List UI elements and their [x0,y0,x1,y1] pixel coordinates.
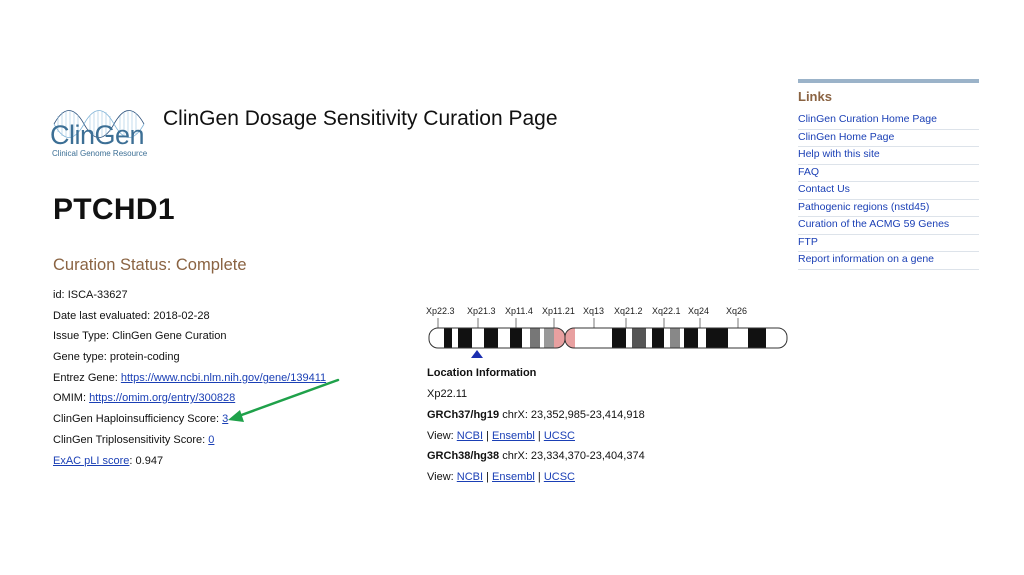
sidebar-item: ClinGen Curation Home Page [798,112,979,130]
grch37-label: GRCh37/hg19 [427,409,500,421]
band-label: Xp11.21 [542,306,575,316]
sidebar-link-help[interactable]: Help with this site [798,148,880,160]
sidebar-top-bar [798,79,979,83]
location-heading: Location Information [427,367,537,379]
field-issue-label: Issue Type: [53,330,113,342]
field-haplo-score: ClinGen Haploinsufficiency Score: 3 [53,412,228,426]
sidebar-item: FTP [798,235,979,252]
band-label: Xq22.1 [652,306,681,316]
grch37-ucsc-link[interactable]: UCSC [544,430,575,442]
page-title: ClinGen Dosage Sensitivity Curation Page [163,107,558,130]
field-issue-value: ClinGen Gene Curation [112,330,227,342]
field-issue-type: Issue Type: ClinGen Gene Curation [53,329,226,343]
grch38-view-links: View: NCBI | Ensembl | UCSC [427,470,575,484]
logo-wordmark[interactable]: ClinGen [50,120,145,150]
grch38-label: GRCh38/hg38 [427,450,500,462]
omim-link[interactable]: https://omim.org/entry/300828 [89,392,235,404]
band-label: Xq26 [726,306,748,316]
location-band: Xp22.11 [427,388,468,400]
exac-pli-value: : 0.947 [129,455,164,467]
grch38-ncbi-link[interactable]: NCBI [457,471,483,483]
gene-symbol-heading: PTCHD1 [53,193,175,226]
location-marker-icon [471,350,483,358]
sidebar-link-faq[interactable]: FAQ [798,166,819,178]
logo-tagline: Clinical Genome Resource [52,149,148,158]
sidebar-item: FAQ [798,165,979,182]
sidebar-link-curation-home[interactable]: ClinGen Curation Home Page [798,113,937,125]
sidebar-link-pathogenic-regions[interactable]: Pathogenic regions (nstd45) [798,201,929,213]
grch38-value: chrX: 23,334,370-23,404,374 [499,450,645,462]
band-label: Xp21.3 [467,306,496,316]
separator: | [483,430,493,442]
band-label: Xq24 [688,306,710,316]
grch37-coordinates: GRCh37/hg19 chrX: 23,352,985-23,414,918 [427,408,645,422]
grch38-ucsc-link[interactable]: UCSC [544,471,575,483]
curation-status: Curation Status: Complete [53,256,247,274]
field-omim: OMIM: https://omim.org/entry/300828 [53,391,235,405]
sidebar-item: Help with this site [798,147,979,165]
sidebar-item: ClinGen Home Page [798,130,979,147]
view-label: View: [427,430,457,442]
field-entrez-label: Entrez Gene: [53,372,121,384]
band-label: Xq13 [583,306,605,316]
band-label: Xp11.4 [505,306,533,316]
triplo-score-link[interactable]: 0 [208,434,214,446]
separator: | [534,471,544,483]
field-date-evaluated: Date last evaluated: 2018-02-28 [53,309,210,323]
exac-pli-link[interactable]: ExAC pLI score [53,455,129,467]
field-omim-label: OMIM: [53,392,90,404]
grch37-ncbi-link[interactable]: NCBI [457,430,483,442]
field-genetype-value: protein-coding [109,351,180,363]
sidebar-links: ClinGen Curation Home Page ClinGen Home … [798,112,979,270]
sidebar-item: Report information on a gene [798,252,979,270]
grch37-view-links: View: NCBI | Ensembl | UCSC [427,429,575,443]
grch38-ensembl-link[interactable]: Ensembl [492,471,535,483]
sidebar-link-contact[interactable]: Contact Us [798,183,850,195]
sidebar-link-ftp[interactable]: FTP [798,236,818,248]
field-gene-type: Gene type: protein-coding [53,350,180,364]
sidebar-link-report-info[interactable]: Report information on a gene [798,253,934,265]
grch37-ensembl-link[interactable]: Ensembl [492,430,535,442]
sidebar-item: Pathogenic regions (nstd45) [798,200,979,217]
sidebar-title: Links [798,89,832,104]
field-haplo-label: ClinGen Haploinsufficiency Score: [53,413,223,425]
chromosome-x-icon[interactable] [426,316,792,360]
field-date-label: Date last evaluated: [53,310,154,322]
sidebar-item: Curation of the ACMG 59 Genes [798,217,979,235]
field-id-value: ISCA-33627 [67,289,128,301]
sidebar-link-acmg59[interactable]: Curation of the ACMG 59 Genes [798,218,949,230]
field-date-value: 2018-02-28 [153,310,210,322]
band-label: Xq21.2 [614,306,643,316]
separator: | [483,471,493,483]
band-label: Xp22.3 [426,306,455,316]
grch37-value: chrX: 23,352,985-23,414,918 [499,409,645,421]
sidebar-link-clingen-home[interactable]: ClinGen Home Page [798,131,894,143]
field-id-label: id: [53,289,68,301]
view-label: View: [427,471,457,483]
field-exac-pli: ExAC pLI score: 0.947 [53,454,163,468]
field-triplo-score: ClinGen Triplosensitivity Score: 0 [53,433,214,447]
field-triplo-label: ClinGen Triplosensitivity Score: [53,434,209,446]
chromosome-ideogram: Xp22.3 Xp21.3 Xp11.4 Xp11.21 Xq13 Xq21.2… [426,306,792,360]
sidebar-item: Contact Us [798,182,979,200]
field-genetype-label: Gene type: [53,351,110,363]
annotation-arrow-icon [228,378,340,422]
grch38-coordinates: GRCh38/hg38 chrX: 23,334,370-23,404,374 [427,449,645,463]
separator: | [534,430,544,442]
field-id: id: ISCA-33627 [53,288,128,302]
